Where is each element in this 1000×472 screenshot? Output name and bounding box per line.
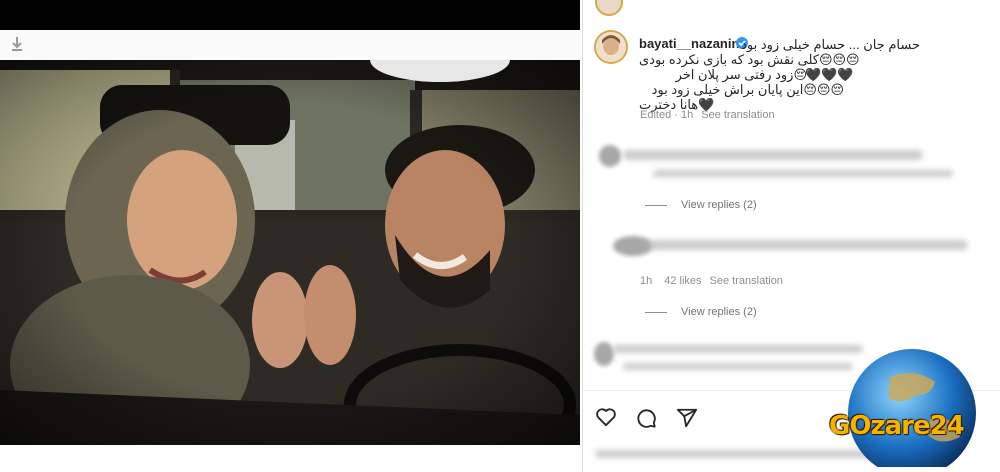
comment-see-translation[interactable]: See translation bbox=[710, 275, 783, 287]
caption-line-2: 😔😔😔کلی نقش بود که بازی نکرده بودی bbox=[639, 52, 860, 67]
caption-line-5: 😔😔😔این پایان براش خیلی زود بود bbox=[651, 82, 844, 97]
caption-line-1: حسام جان ... حسام خیلی زود بود bbox=[741, 37, 920, 52]
view-replies-1[interactable]: View replies (2) bbox=[645, 199, 757, 211]
comment-time: 1h bbox=[640, 275, 653, 287]
comment-avatar-blurred bbox=[613, 236, 653, 256]
comment-likes[interactable]: 42 likes bbox=[664, 275, 701, 287]
post-media-column bbox=[0, 0, 580, 472]
caption-meta: Edited · 1h See translation bbox=[640, 109, 775, 121]
replies-dash bbox=[645, 311, 667, 313]
avatar-photo bbox=[596, 32, 626, 62]
comment-icon[interactable] bbox=[635, 407, 657, 434]
comment-meta-blurred bbox=[653, 170, 953, 177]
view-replies-2[interactable]: View replies (2) bbox=[645, 306, 757, 318]
comment-meta: 1h 42 likes See translation bbox=[640, 275, 783, 287]
watermark-text: GOzare24 bbox=[829, 411, 965, 441]
post-image[interactable] bbox=[0, 60, 580, 445]
comment-meta-blurred bbox=[623, 363, 853, 370]
post-photo bbox=[0, 60, 580, 445]
share-icon[interactable] bbox=[676, 407, 698, 434]
header-avatar[interactable] bbox=[595, 0, 623, 16]
globe-watermark-logo bbox=[848, 349, 976, 467]
view-replies-label: View replies (2) bbox=[681, 199, 757, 211]
caption-see-translation[interactable]: See translation bbox=[701, 109, 774, 121]
comment-text-blurred bbox=[648, 240, 968, 250]
caption-line-3: 🖤🖤🖤 bbox=[805, 67, 854, 82]
comment-text-blurred bbox=[623, 150, 923, 160]
comment-avatar-blurred bbox=[594, 342, 614, 366]
media-toolbar bbox=[0, 30, 580, 60]
caption-time: Edited · 1h bbox=[640, 109, 694, 121]
heart-icon[interactable] bbox=[595, 407, 617, 432]
caption-username[interactable]: bayati__nazanin bbox=[639, 36, 739, 51]
action-bar bbox=[595, 407, 712, 429]
post-footer-strip bbox=[0, 445, 580, 472]
top-black-bar bbox=[0, 0, 580, 30]
caption-line-4: 😔زود رفتی سر پلان اخر bbox=[675, 67, 807, 82]
replies-dash bbox=[645, 204, 667, 206]
view-replies-label: View replies (2) bbox=[681, 306, 757, 318]
download-arrow-icon[interactable] bbox=[10, 36, 24, 52]
caption-avatar[interactable] bbox=[594, 30, 628, 64]
comment-avatar-blurred bbox=[599, 145, 621, 167]
